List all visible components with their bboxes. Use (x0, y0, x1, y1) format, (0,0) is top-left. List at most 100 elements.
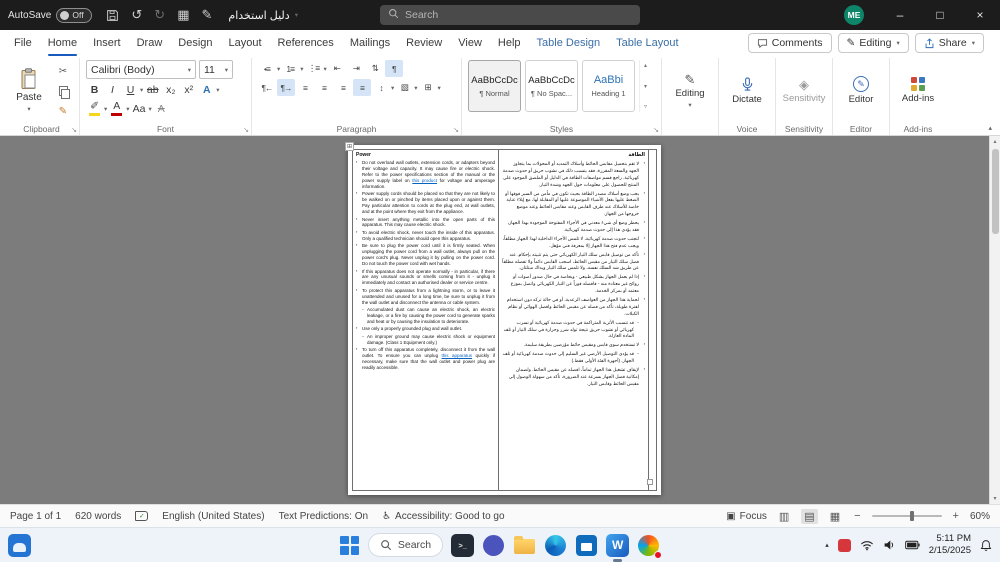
minimize-button[interactable]: – (880, 0, 920, 30)
change-case-button[interactable]: Aa (131, 100, 148, 117)
copy-button[interactable] (53, 83, 73, 100)
document-page[interactable]: ⊞ Power Do not overload wall outlets, ex… (345, 142, 661, 495)
tab-layout[interactable]: Layout (221, 30, 270, 56)
shading-button[interactable]: ▧ (395, 79, 413, 96)
multilevel-list-button[interactable]: ⋮≡ (305, 60, 323, 77)
file-explorer-icon[interactable] (513, 534, 536, 557)
focus-mode-button[interactable]: ▣ Focus (726, 511, 767, 522)
tray-app-icon[interactable] (837, 538, 851, 552)
cut-button[interactable]: ✂ (53, 63, 73, 80)
widgets-icon[interactable] (8, 533, 31, 557)
clock[interactable]: 5:11 PM 2/15/2025 (929, 533, 971, 557)
titlebar-search[interactable] (380, 5, 640, 25)
justify-button[interactable]: ≡ (353, 79, 371, 96)
vertical-scrollbar[interactable]: ▴ ▾ (989, 136, 1000, 504)
tab-mailings[interactable]: Mailings (342, 30, 398, 56)
editing-mode-button[interactable]: ✎ Editing ▾ (837, 33, 909, 53)
font-dialog-launcher[interactable]: ↘ (243, 126, 249, 134)
page-indicator[interactable]: Page 1 of 1 (10, 511, 61, 522)
collapse-ribbon-icon[interactable]: ▴ (988, 124, 992, 132)
taskbar-search[interactable]: Search (367, 533, 444, 557)
document-title-control[interactable]: دليل استخدام ▾ (228, 9, 298, 22)
ltr-direction-button[interactable]: ¶→ (277, 79, 295, 96)
addins-button[interactable]: Add-ins (896, 60, 940, 121)
tab-table-layout[interactable]: Table Layout (608, 30, 686, 56)
teams-icon[interactable] (482, 534, 505, 557)
scrollbar-thumb[interactable] (991, 149, 999, 234)
language-indicator[interactable]: English (United States) (162, 511, 264, 522)
document-table[interactable]: Power Do not overload wall outlets, exte… (352, 149, 657, 491)
hyperlink[interactable]: this product (412, 178, 437, 183)
tab-insert[interactable]: Insert (85, 30, 129, 56)
clear-formatting-button[interactable]: A (153, 100, 170, 117)
font-name-combo[interactable]: Calibri (Body) ▾ (86, 60, 196, 79)
read-mode-button[interactable]: ▥ (776, 509, 792, 524)
zoom-in-button[interactable]: + (951, 510, 961, 522)
style-no-spacing[interactable]: AaBbCcDc ¶ No Spac... (525, 60, 578, 112)
editor-button[interactable]: ✎ Editor (839, 60, 883, 121)
tab-draw[interactable]: Draw (129, 30, 171, 56)
scroll-up-icon[interactable]: ▴ (993, 138, 996, 145)
hyperlink[interactable]: this apparatus (442, 353, 473, 358)
web-layout-button[interactable]: ▦ (827, 509, 843, 524)
styles-scrollbar[interactable]: ▴ ▾ ▿ (639, 60, 647, 112)
wifi-icon[interactable] (860, 539, 874, 551)
document-canvas[interactable]: ⊞ Power Do not overload wall outlets, ex… (0, 136, 1000, 504)
subscript-button[interactable]: x₂ (162, 81, 179, 98)
table-column-arabic[interactable]: الطاقة لا تقم بتحميل مقابس الحائط وأسلاك… (499, 150, 649, 490)
store-icon[interactable] (575, 534, 598, 557)
scroll-down-icon[interactable]: ▾ (993, 495, 996, 502)
clipboard-dialog-launcher[interactable]: ↘ (71, 126, 77, 134)
rtl-direction-button[interactable]: ¶← (258, 79, 276, 96)
sort-button[interactable]: ⇅ (366, 60, 384, 77)
tab-help[interactable]: Help (490, 30, 529, 56)
superscript-button[interactable]: x² (180, 81, 197, 98)
highlight-color-button[interactable]: ✐ (86, 100, 103, 117)
print-layout-button[interactable]: ▤ (801, 508, 818, 524)
underline-button[interactable]: U (122, 81, 139, 98)
strikethrough-button[interactable]: ab (144, 81, 161, 98)
start-button[interactable] (340, 535, 360, 555)
table-move-handle[interactable]: ⊞ (345, 142, 354, 151)
styles-more-icon[interactable]: ▿ (644, 103, 647, 110)
word-count[interactable]: 620 words (75, 511, 121, 522)
edge-icon[interactable] (544, 534, 567, 557)
accessibility-status[interactable]: ♿ Accessibility: Good to go (382, 511, 504, 522)
style-heading1[interactable]: AaBbi Heading 1 (582, 60, 635, 112)
paint-icon[interactable] (637, 534, 663, 559)
table-resize-handle[interactable] (647, 479, 653, 485)
dictate-button[interactable]: Dictate (725, 60, 769, 121)
redo-icon[interactable]: ↻ (154, 7, 165, 23)
close-button[interactable]: × (960, 0, 1000, 30)
zoom-out-button[interactable]: − (852, 510, 862, 522)
comments-button[interactable]: Comments (747, 33, 832, 53)
tab-references[interactable]: References (270, 30, 342, 56)
proofing-status[interactable]: ✓ (135, 511, 149, 521)
sensitivity-button[interactable]: ◈ Sensitivity (782, 60, 826, 121)
table-column-english[interactable]: Power Do not overload wall outlets, exte… (353, 150, 499, 490)
decrease-indent-button[interactable]: ⇤ (328, 60, 346, 77)
show-formatting-marks-button[interactable]: ¶ (384, 60, 403, 77)
tab-home[interactable]: Home (40, 30, 85, 56)
undo-icon[interactable]: ↺ (131, 7, 142, 23)
tab-file[interactable]: File (6, 30, 40, 56)
autosave-control[interactable]: AutoSave Off (8, 7, 93, 23)
avatar[interactable]: ME (844, 5, 864, 25)
tab-table-design[interactable]: Table Design (529, 30, 609, 56)
increase-indent-button[interactable]: ⇥ (347, 60, 365, 77)
numbering-button[interactable]: 1≡ (281, 60, 299, 77)
battery-icon[interactable] (904, 540, 920, 550)
notification-bell-icon[interactable] (980, 539, 992, 552)
paste-button[interactable]: Paste ▾ (10, 60, 48, 120)
word-taskbar-icon[interactable]: W (606, 533, 630, 562)
maximize-button[interactable]: □ (920, 0, 960, 30)
borders-button[interactable]: ⊞ (419, 79, 437, 96)
font-color-button[interactable]: A (108, 100, 125, 117)
editing-button[interactable]: ✎ Editing ▾ (668, 60, 712, 121)
save-icon[interactable] (106, 9, 119, 22)
terminal-icon[interactable]: >_ (451, 533, 475, 557)
align-left-button[interactable]: ≡ (296, 79, 314, 96)
styles-scroll-up-icon[interactable]: ▴ (644, 62, 647, 69)
tab-review[interactable]: Review (398, 30, 450, 56)
styles-dialog-launcher[interactable]: ↘ (653, 126, 659, 134)
